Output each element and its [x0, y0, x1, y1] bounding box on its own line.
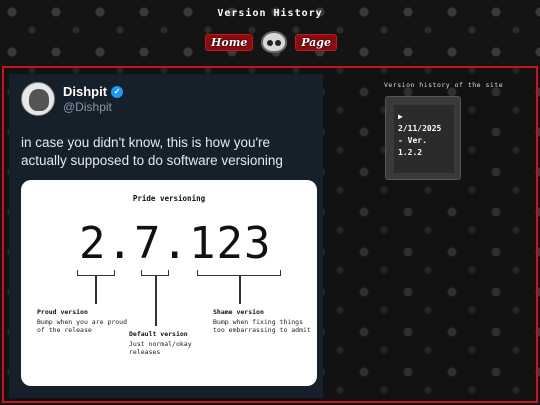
shame-label: Shame version — [213, 308, 264, 316]
tweet-image[interactable]: Pride versioning 2.7.123 Proud version B… — [21, 180, 317, 386]
default-desc: Just normal/okay releases — [129, 340, 192, 356]
content-frame: Dishpit ✓ @Dishpit in case you didn't kn… — [2, 66, 538, 403]
tweet-header: Dishpit ✓ @Dishpit — [21, 82, 124, 116]
logo-nav: Home Page — [205, 30, 337, 54]
skull-logo-icon[interactable] — [261, 31, 288, 53]
changelog-entry[interactable]: ▶ 2/11/2025 - Ver. 1.2.2 — [394, 105, 454, 173]
version-number: 2.7.123 — [79, 218, 272, 269]
home-link[interactable]: Home — [205, 33, 254, 51]
default-label: Default version — [129, 330, 188, 338]
page-link[interactable]: Page — [295, 33, 337, 51]
shame-desc: Bump when fixing things too embarrassing… — [213, 318, 311, 334]
tweet-text: in case you didn't know, this is how you… — [21, 135, 283, 168]
proud-stem — [95, 276, 97, 304]
proud-label: Proud version — [37, 308, 88, 316]
shame-stem — [239, 276, 241, 304]
proud-desc: Bump when you are proud of the release — [37, 318, 128, 334]
site-title: Version History — [217, 8, 323, 19]
avatar[interactable] — [21, 82, 55, 116]
display-name-text: Dishpit — [63, 84, 108, 99]
changelog-box: ▶ 2/11/2025 - Ver. 1.2.2 — [385, 96, 461, 180]
embedded-tweet[interactable]: Dishpit ✓ @Dishpit in case you didn't kn… — [9, 74, 323, 398]
tweet-author: Dishpit ✓ @Dishpit — [63, 84, 124, 114]
display-name[interactable]: Dishpit ✓ — [63, 84, 124, 99]
default-stem — [155, 276, 157, 326]
check-badge-icon: ✓ — [111, 85, 124, 98]
sidebar-caption: Version history of the site — [384, 81, 504, 89]
handle[interactable]: @Dishpit — [63, 100, 123, 114]
image-title: Pride versioning — [132, 194, 206, 203]
